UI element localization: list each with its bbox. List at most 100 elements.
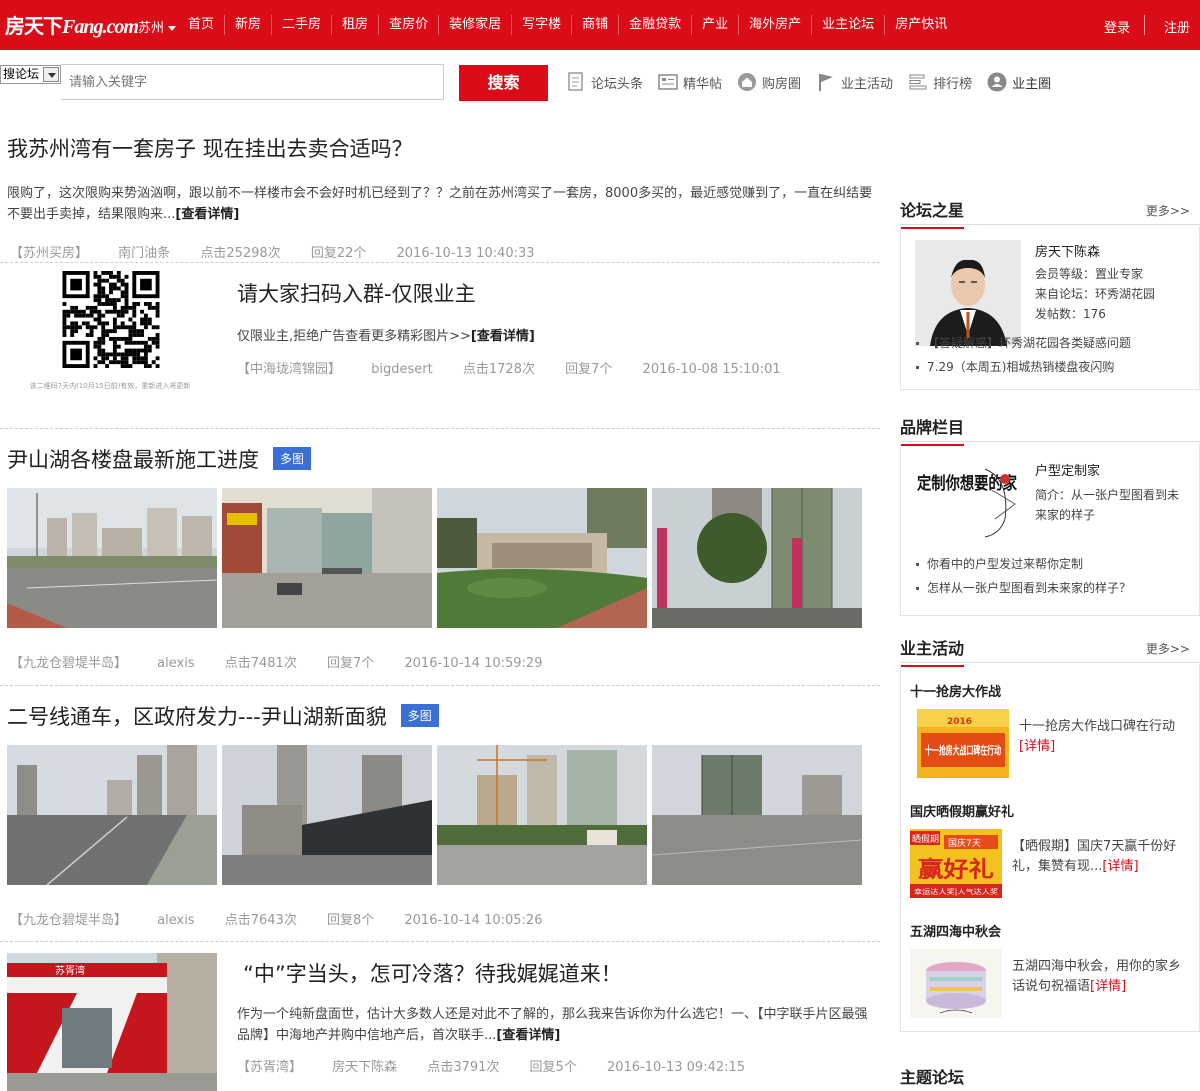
post-forum[interactable]: 【九龙仓碧堤半岛】 <box>10 656 127 671</box>
user-icon <box>987 72 1007 92</box>
list-item[interactable]: 7.29（本周五)相城热销楼盘夜闪购 <box>913 355 1131 379</box>
activity-description: 十一抢房大作战口碑在行动[详情] <box>1019 719 1176 754</box>
nav-item[interactable]: 业主论坛 <box>812 0 884 50</box>
nav-item[interactable]: 房产快讯 <box>885 0 957 50</box>
post-title[interactable]: 请大家扫码入群-仅限业主 <box>237 278 877 308</box>
home-icon <box>738 73 757 91</box>
brand-logo[interactable]: 定制你想要的家 <box>915 459 1027 541</box>
post-date: 2016-10-14 10:05:26 <box>404 913 543 928</box>
post-thumbnails <box>7 745 880 885</box>
search-button[interactable]: 搜索 <box>459 65 548 101</box>
details-link[interactable]: [详情] <box>1090 979 1126 994</box>
login-link[interactable]: 登录 <box>1104 17 1130 36</box>
post-clicks: 点击3791次 <box>427 1060 500 1075</box>
nav-item[interactable]: 二手房 <box>272 0 331 50</box>
activity-image-subtext: 国庆7天 <box>948 837 981 849</box>
activity-title[interactable]: 十一抢房大作战 <box>910 681 1001 700</box>
quicklink-buyers-circle[interactable]: 购房圈 <box>736 71 801 93</box>
star-user-name[interactable]: 房天下陈森 <box>1035 242 1155 264</box>
divider <box>0 941 880 942</box>
more-link[interactable]: 更多>> <box>1146 640 1190 657</box>
nav-item[interactable]: 装修家居 <box>439 0 511 50</box>
nav-item[interactable]: 首页 <box>178 0 224 50</box>
post-date: 2016-10-13 10:40:33 <box>396 246 535 261</box>
chevron-down-icon <box>168 26 177 31</box>
view-details-link[interactable]: [查看详情] <box>471 329 535 344</box>
post-author[interactable]: alexis <box>157 913 194 928</box>
nav-item[interactable]: 产业 <box>692 0 738 50</box>
quicklink-owner-circle[interactable]: 业主圈 <box>986 71 1051 93</box>
activity-title[interactable]: 五湖四海中秋会 <box>910 921 1001 940</box>
multi-image-badge: 多图 <box>273 447 312 470</box>
post-forum[interactable]: 【九龙仓碧堤半岛】 <box>10 913 127 928</box>
quicklink-ranking[interactable]: 排行榜 <box>907 71 972 93</box>
nav-item[interactable]: 新房 <box>225 0 271 50</box>
ranking-icon <box>909 74 927 90</box>
post-forum[interactable]: 【苏胥湾】 <box>237 1060 302 1075</box>
list-icon <box>658 74 678 90</box>
post-image[interactable] <box>652 745 862 885</box>
post-title[interactable]: 尹山湖各楼盘最新施工进度 <box>7 448 259 472</box>
more-link[interactable]: 更多>> <box>1146 202 1190 219</box>
post-title[interactable]: 我苏州湾有一套房子 现在挂出去卖合适吗？ <box>7 133 880 163</box>
divider <box>0 428 880 429</box>
post-image[interactable] <box>7 745 217 885</box>
post-author[interactable]: 房天下陈森 <box>332 1060 397 1075</box>
activity-description: 五湖四海中秋会，用你的家乡话说句祝福语[详情] <box>1012 959 1182 994</box>
quicklink-featured[interactable]: 精华帖 <box>657 71 722 93</box>
list-item[interactable]: 怎样从一张户型图看到未来家的样子？ <box>913 576 1131 600</box>
post-image[interactable] <box>7 488 217 628</box>
post-title[interactable]: “中”字当头，怎可冷落？待我娓娓道来！ <box>243 958 877 988</box>
post-image[interactable] <box>652 488 862 628</box>
city-selector[interactable]: 苏州 <box>138 17 177 36</box>
activity-description: 【晒假期】国庆7天赢千份好礼，集赞有现...[详情] <box>1012 839 1177 874</box>
view-details-link[interactable]: [查看详情] <box>496 1028 560 1043</box>
post-image[interactable]: 苏胥湾 <box>7 953 217 1091</box>
register-link[interactable]: 注册 <box>1164 17 1190 36</box>
multi-image-badge: 多图 <box>400 704 439 727</box>
post-forum[interactable]: 【苏州买房】 <box>10 246 88 261</box>
post-meta: 【九龙仓碧堤半岛】 alexis 点击7643次 回复8个 2016-10-14… <box>10 909 880 928</box>
star-user-forum: 来自论坛：环秀湖花园 <box>1035 287 1156 301</box>
section-title: 主题论坛 <box>900 1068 965 1087</box>
post-image[interactable] <box>437 745 647 885</box>
post-author[interactable]: bigdesert <box>371 362 433 377</box>
post-author[interactable]: 南门油条 <box>118 246 170 261</box>
site-logo[interactable]: 房天下Fang.com <box>5 10 139 39</box>
qr-caption: 该二维码7天内(10月15日前)有效，重新进入将更新 <box>29 382 191 390</box>
nav-item[interactable]: 海外房产 <box>739 0 811 50</box>
post-replies: 回复22个 <box>310 246 367 261</box>
post-title[interactable]: 二号线通车，区政府发力---尹山湖新面貌 <box>7 705 387 729</box>
details-link[interactable]: [详情] <box>1019 739 1055 754</box>
post-author[interactable]: alexis <box>157 656 194 671</box>
nav-item[interactable]: 查房价 <box>379 0 438 50</box>
activity-image[interactable] <box>910 949 1002 1018</box>
nav-item[interactable]: 租房 <box>332 0 378 50</box>
activity-title[interactable]: 国庆晒假期赢好礼 <box>910 801 1014 820</box>
details-link[interactable]: [详情] <box>1102 859 1138 874</box>
post-forum[interactable]: 【中海珑湾锦园】 <box>237 362 341 377</box>
nav-item[interactable]: 商铺 <box>572 0 618 50</box>
post-image[interactable] <box>222 488 432 628</box>
quicklink-owner-activities[interactable]: 业主活动 <box>815 71 893 93</box>
search-scope-select[interactable]: 搜论坛 <box>0 65 61 84</box>
post-replies: 回复8个 <box>326 913 375 928</box>
nav-item[interactable]: 写字楼 <box>512 0 571 50</box>
divider <box>1144 15 1145 35</box>
activity-image[interactable]: 晒假期 国庆7天 赢好礼 幸运达人奖|人气达人奖 <box>910 829 1002 898</box>
brand-name[interactable]: 户型定制家 <box>1035 461 1190 483</box>
post-image[interactable] <box>437 488 647 628</box>
activity-image[interactable]: 2016 十一抢房大战口碑在行动 <box>917 709 1009 778</box>
list-item[interactable]: 【答疑解惑】环秀湖花园各类疑惑问题 <box>913 331 1131 355</box>
flag-icon <box>819 74 834 91</box>
search-input[interactable] <box>61 64 444 100</box>
view-details-link[interactable]: [查看详情] <box>175 207 239 222</box>
nav-item[interactable]: 金融贷款 <box>619 0 691 50</box>
quicklink-headlines[interactable]: 论坛头条 <box>565 71 643 93</box>
post-image[interactable] <box>222 745 432 885</box>
list-item[interactable]: 你看中的户型发过来帮你定制 <box>913 552 1131 576</box>
star-user-posts: 发帖数：176 <box>1035 307 1106 321</box>
post-date: 2016-10-13 09:42:15 <box>606 1060 746 1075</box>
post-meta: 【九龙仓碧堤半岛】 alexis 点击7481次 回复7个 2016-10-14… <box>10 652 880 671</box>
activity-image-text: 赢好礼 <box>918 857 994 883</box>
